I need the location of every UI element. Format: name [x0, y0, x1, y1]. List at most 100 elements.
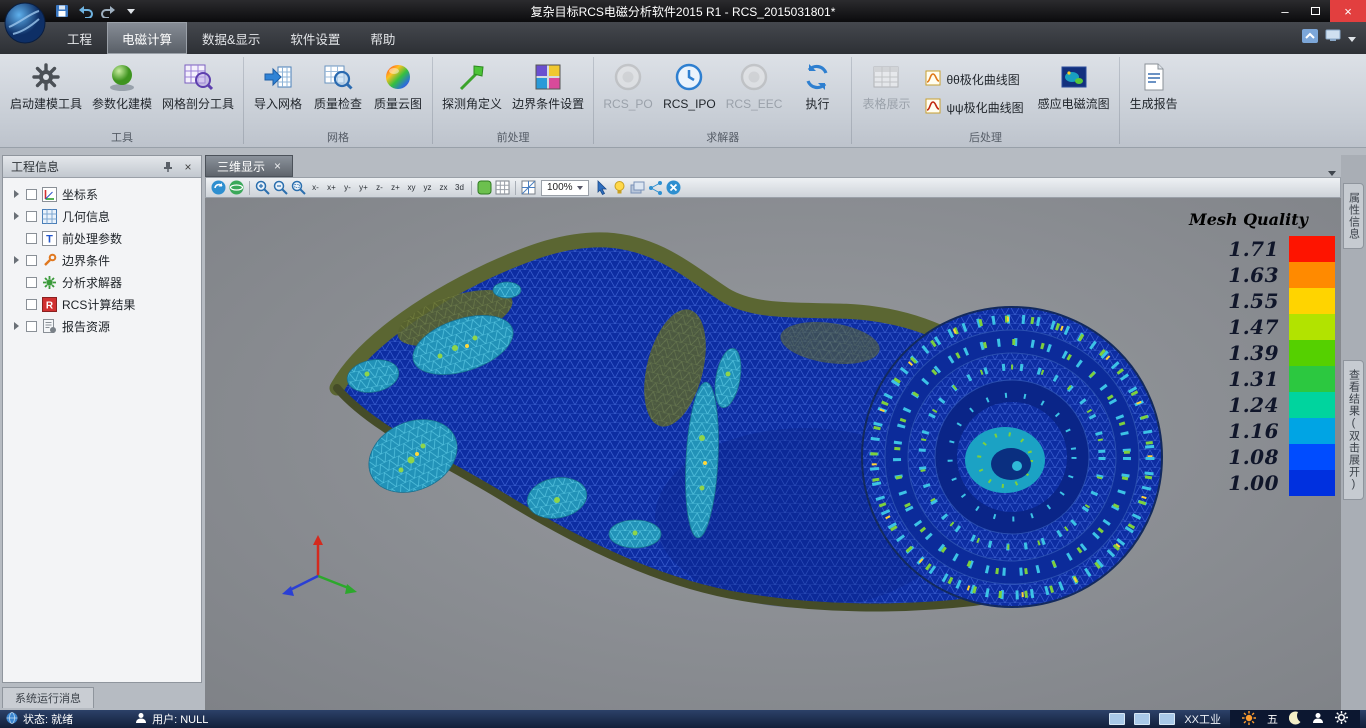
mesh-tool-button[interactable]: 网格剖分工具	[157, 57, 239, 130]
ribbon-group-solver: RCS_PO RCS_IPO RCS_EEC 执行 求解器	[595, 54, 850, 147]
close-button[interactable]: ×	[1330, 0, 1366, 22]
button-label: RCS_PO	[603, 97, 652, 111]
taskbar-window-icon[interactable]	[1134, 713, 1150, 725]
tab-3d-display[interactable]: 三维显示 ×	[205, 155, 293, 177]
menu-tab-em-compute[interactable]: 电磁计算	[107, 22, 187, 54]
view-iso-button[interactable]: 3d	[452, 179, 467, 196]
theta-curve-button[interactable]: θθ极化曲线图	[921, 68, 1027, 91]
execute-button[interactable]: 执行	[787, 57, 847, 130]
zoom-out-icon[interactable]	[272, 179, 289, 196]
view-x-plus-button[interactable]: x+	[324, 179, 339, 196]
expand-arrow-icon[interactable]	[11, 212, 21, 220]
dock-tab-view-results[interactable]: 查看结果(双击展开)	[1343, 360, 1364, 500]
view-z-plus-button[interactable]: z+	[388, 179, 403, 196]
wireframe-toggle-icon[interactable]	[520, 179, 537, 196]
quick-access-toolbar	[52, 2, 141, 20]
share-icon[interactable]	[647, 179, 664, 196]
legend-swatch	[1289, 262, 1335, 288]
tree-item-boundary-conditions[interactable]: 边界条件	[3, 249, 201, 271]
light-icon[interactable]	[611, 179, 628, 196]
checkbox[interactable]	[26, 321, 37, 332]
button-label: 质量检查	[314, 97, 362, 111]
launch-modeling-button[interactable]: 启动建模工具	[5, 57, 87, 130]
panel-close-icon[interactable]: ×	[180, 159, 196, 175]
dock-tab-properties[interactable]: 属性信息	[1343, 183, 1364, 249]
view-y-plus-button[interactable]: y+	[356, 179, 371, 196]
legend-swatch	[1289, 418, 1335, 444]
checkbox[interactable]	[26, 211, 37, 222]
import-mesh-button[interactable]: 导入网格	[248, 57, 308, 130]
expand-arrow-icon[interactable]	[11, 190, 21, 198]
cancel-icon[interactable]	[665, 179, 682, 196]
taskbar-window-icon[interactable]	[1109, 713, 1125, 725]
status-globe-icon	[6, 712, 18, 727]
expand-arrow-icon[interactable]	[11, 322, 21, 330]
menu-more-icon[interactable]	[1348, 29, 1356, 47]
quality-cloud-button[interactable]: 质量云图	[368, 57, 428, 130]
toolbar-divider	[249, 181, 250, 195]
save-icon[interactable]	[52, 2, 72, 20]
curve-chart-icon	[925, 70, 941, 89]
shaded-toggle-icon[interactable]	[476, 179, 493, 196]
gear-icon[interactable]	[1335, 711, 1348, 727]
menu-tab-data-display[interactable]: 数据&显示	[187, 22, 275, 54]
view-xy-button[interactable]: xy	[404, 179, 419, 196]
view-y-minus-button[interactable]: y-	[340, 179, 355, 196]
pin-icon[interactable]	[160, 159, 176, 175]
checkbox[interactable]	[26, 299, 37, 310]
tab-system-messages[interactable]: 系统运行消息	[2, 687, 94, 708]
viewport-3d[interactable]: Mesh Quality 1.71 1.63 1.55 1.47 1.39 1.…	[205, 198, 1341, 710]
parametric-modeling-button[interactable]: 参数化建模	[87, 57, 157, 130]
tab-close-icon[interactable]: ×	[274, 161, 281, 171]
display-style-icon[interactable]	[1325, 29, 1341, 47]
collapse-ribbon-icon[interactable]	[1302, 29, 1318, 48]
menu-tab-help[interactable]: 帮助	[355, 22, 410, 54]
taskbar-window-icon[interactable]	[1159, 713, 1175, 725]
boundary-settings-button[interactable]: 边界条件设置	[507, 57, 589, 130]
undo-icon[interactable]	[75, 2, 95, 20]
rcs-po-button[interactable]: RCS_PO	[598, 57, 658, 130]
status-bar: 状态: 就绪 用户: NULL XX工业 五	[0, 710, 1366, 728]
expand-arrow-icon[interactable]	[11, 256, 21, 264]
psi-curve-button[interactable]: ψψ极化曲线图	[921, 96, 1027, 119]
tree-item-rcs-results[interactable]: R RCS计算结果	[3, 293, 201, 315]
grid-toggle-icon[interactable]	[494, 179, 511, 196]
table-view-button[interactable]: 表格展示	[856, 57, 916, 130]
checkbox[interactable]	[26, 277, 37, 288]
tray-text: XX工业	[1184, 711, 1221, 727]
redo-icon[interactable]	[98, 2, 118, 20]
maximize-button[interactable]	[1300, 0, 1330, 22]
report-resource-icon	[42, 319, 57, 334]
view-z-minus-button[interactable]: z-	[372, 179, 387, 196]
zoom-window-icon[interactable]	[290, 179, 307, 196]
tree-item-geometry-info[interactable]: 几何信息	[3, 205, 201, 227]
generate-report-button[interactable]: 生成报告	[1124, 57, 1184, 130]
checkbox[interactable]	[26, 255, 37, 266]
checkbox[interactable]	[26, 233, 37, 244]
rcs-ipo-button[interactable]: RCS_IPO	[658, 57, 721, 130]
detect-angle-button[interactable]: 探测角定义	[437, 57, 507, 130]
quality-check-button[interactable]: 质量检查	[308, 57, 368, 130]
view-x-minus-button[interactable]: x-	[308, 179, 323, 196]
view-yz-button[interactable]: yz	[420, 179, 435, 196]
menu-tab-settings[interactable]: 软件设置	[275, 22, 355, 54]
zoom-level-combobox[interactable]: 100%	[541, 180, 589, 196]
rotate-view-icon[interactable]	[210, 179, 227, 196]
minimize-button[interactable]: –	[1270, 0, 1300, 22]
tree-item-preprocess-params[interactable]: T 前处理参数	[3, 227, 201, 249]
menu-tab-project[interactable]: 工程	[52, 22, 107, 54]
person-icon[interactable]	[1312, 712, 1324, 727]
tree-item-coordinate-system[interactable]: 坐标系	[3, 183, 201, 205]
view-zx-button[interactable]: zx	[436, 179, 451, 196]
rcs-eec-button[interactable]: RCS_EEC	[721, 57, 788, 130]
em-current-map-button[interactable]: 感应电磁流图	[1033, 57, 1115, 130]
layers-icon[interactable]	[629, 179, 646, 196]
pointer-icon[interactable]	[593, 179, 610, 196]
app-logo-icon[interactable]	[3, 1, 47, 45]
checkbox[interactable]	[26, 189, 37, 200]
tree-item-report-resources[interactable]: 报告资源	[3, 315, 201, 337]
orbit-view-icon[interactable]	[228, 179, 245, 196]
tree-item-analysis-solver[interactable]: 分析求解器	[3, 271, 201, 293]
zoom-in-icon[interactable]	[254, 179, 271, 196]
qat-customize-icon[interactable]	[121, 2, 141, 20]
